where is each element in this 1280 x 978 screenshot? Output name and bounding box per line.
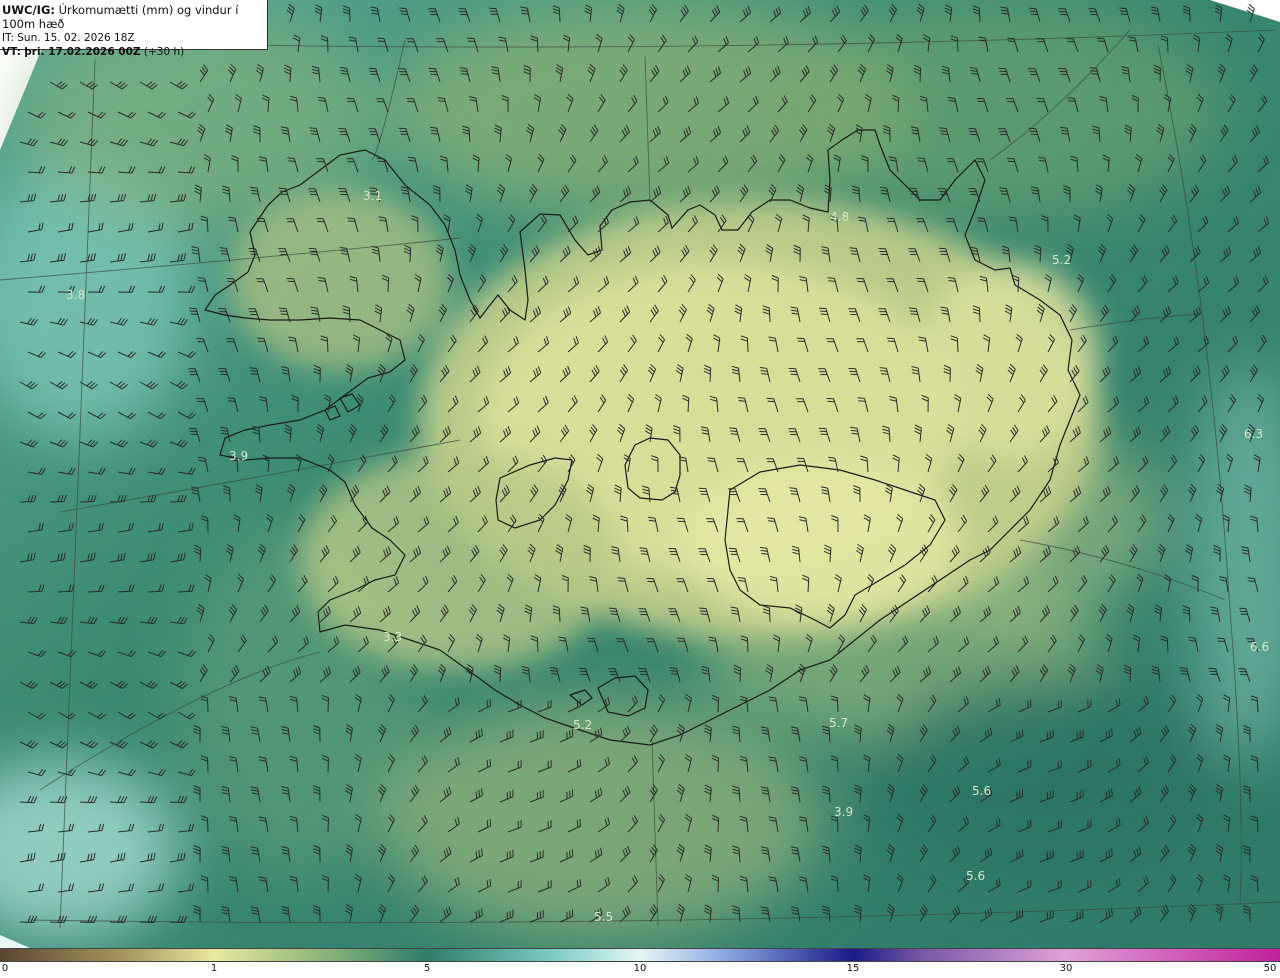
colorbar-tick: 1: [210, 963, 218, 974]
map-value: 3.9: [229, 449, 248, 463]
map-value: 5.7: [829, 716, 848, 730]
colorbar-tick: 50: [1263, 963, 1277, 974]
map-value: 5.6: [966, 869, 985, 883]
colorbar-tick: 30: [1059, 963, 1073, 974]
map-info-box: UWC/IG: Úrkomumætti (mm) og vindur í 100…: [0, 0, 268, 58]
valid-time-label: VT:: [2, 46, 21, 58]
colorbar-tick: 15: [846, 963, 860, 974]
colorbar: 0 1 5 10 15 30 50: [0, 948, 1280, 978]
map-value: 6.6: [1250, 640, 1269, 654]
model-label: UWC/IG:: [2, 3, 55, 17]
precipitation-map: 3.1 4.8 5.2 3.8 6.3 3.9 3.3 6.6 5.2 5.7 …: [0, 0, 1280, 948]
init-time-label: IT:: [2, 32, 14, 44]
colorbar-gradient: [0, 948, 1280, 962]
valid-time-value: þri. 17.02.2026 00Z: [24, 46, 141, 58]
map-value: 3.3: [383, 630, 402, 644]
map-value: 5.2: [573, 718, 592, 732]
map-value: 3.9: [834, 805, 853, 819]
map-value: 5.2: [1052, 253, 1071, 267]
colorbar-tick: 0: [1, 963, 9, 974]
map-value: 5.6: [972, 784, 991, 798]
map-value: 5.5: [594, 910, 613, 924]
map-value: 3.8: [66, 288, 85, 302]
valid-time-offset: (+30 h): [143, 46, 185, 58]
init-time-value: Sun. 15. 02. 2026 18Z: [17, 32, 135, 44]
map-value: 3.1: [363, 189, 382, 203]
map-value: 4.8: [830, 210, 849, 224]
map-value: 6.3: [1244, 427, 1263, 441]
colorbar-tick: 5: [423, 963, 431, 974]
colorbar-tick: 10: [633, 963, 647, 974]
